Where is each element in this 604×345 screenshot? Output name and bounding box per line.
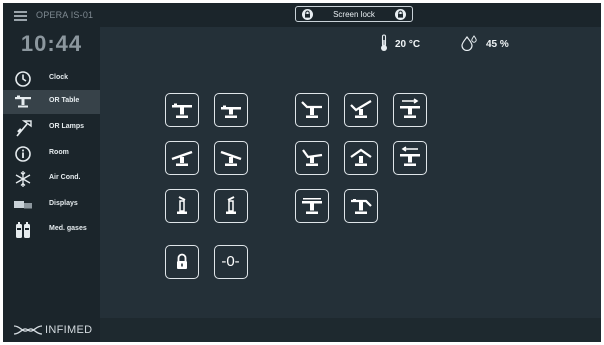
- sidebar-header: OPERA IS-01: [3, 3, 100, 27]
- table-leg-down-icon: [351, 199, 372, 214]
- zero-position-button[interactable]: -0-: [214, 245, 248, 279]
- table-lateral-tilt-icon: [302, 198, 322, 214]
- sidebar-item-room[interactable]: Room: [3, 142, 100, 166]
- table-flat-button[interactable]: [165, 93, 199, 127]
- infimed-logo-mark: [13, 325, 43, 335]
- column-down-button[interactable]: [214, 189, 248, 223]
- table-flex-button[interactable]: [344, 141, 378, 175]
- column-down-icon: [226, 196, 236, 214]
- table-leg-down-button[interactable]: [344, 189, 378, 223]
- table-move-right-icon: [400, 98, 420, 118]
- table-trend-icon: [171, 150, 193, 166]
- sidebar-item-label: OR Lamps: [49, 123, 85, 130]
- app-window: OPERA IS-01 10:44 Clock OR Table OR Lamp…: [3, 3, 601, 342]
- table-flex-icon: [350, 148, 372, 166]
- info-icon: [15, 146, 31, 162]
- table-back-up-icon: [302, 149, 323, 166]
- table-reverse-trend-button[interactable]: [214, 141, 248, 175]
- thermometer-icon: [381, 34, 387, 51]
- or-table-icon: [15, 95, 31, 108]
- sidebar-item-or-lamps[interactable]: OR Lamps: [3, 116, 100, 140]
- sidebar-item-label: Med. gases: [49, 225, 87, 232]
- humidity-value: 45 %: [486, 39, 509, 50]
- infimed-logo: INFIMED: [13, 324, 92, 336]
- sidebar-item-or-table[interactable]: OR Table: [3, 90, 100, 114]
- lock-button[interactable]: [165, 245, 199, 279]
- table-move-right-button[interactable]: [393, 93, 427, 127]
- table-flat-low-button[interactable]: [214, 93, 248, 127]
- table-move-left-icon: [400, 146, 420, 166]
- or-lamp-icon: [16, 120, 32, 137]
- sidebar-item-label: OR Table: [49, 97, 80, 104]
- sidebar-item-clock[interactable]: Clock: [3, 67, 100, 91]
- table-flat-low-icon: [221, 105, 241, 118]
- sidebar: OPERA IS-01 10:44 Clock OR Table OR Lamp…: [3, 3, 100, 342]
- lock-icon: [177, 253, 187, 269]
- sidebar-item-label: Air Cond.: [49, 174, 81, 181]
- displays-icon: [14, 201, 32, 209]
- table-tilt-check-icon: [350, 100, 372, 118]
- screen-lock-button[interactable]: Screen lock: [295, 6, 413, 22]
- table-back-up-button[interactable]: [295, 141, 329, 175]
- table-tilt-head-up-button[interactable]: [295, 93, 329, 127]
- gas-cylinders-icon: [16, 222, 30, 238]
- table-reverse-trend-icon: [220, 150, 242, 166]
- device-name: OPERA IS-01: [36, 10, 94, 20]
- table-trend-button[interactable]: [165, 141, 199, 175]
- sidebar-item-displays[interactable]: Displays: [3, 193, 100, 217]
- column-up-button[interactable]: [165, 189, 199, 223]
- lock-circle-icon: [395, 9, 406, 20]
- top-bar: Screen lock: [100, 3, 601, 27]
- table-move-left-button[interactable]: [393, 141, 427, 175]
- sidebar-item-label: Room: [49, 149, 69, 156]
- sidebar-item-label: Displays: [49, 200, 78, 207]
- table-tilt-head-up-icon: [301, 101, 322, 118]
- column-up-icon: [177, 196, 187, 214]
- clock-icon: [15, 71, 31, 87]
- hamburger-menu-icon[interactable]: [14, 11, 27, 21]
- table-flat-icon: [172, 103, 192, 118]
- table-tilt-check-button[interactable]: [344, 93, 378, 127]
- current-time: 10:44: [20, 31, 83, 56]
- snowflake-icon: [15, 171, 31, 187]
- bottom-bar: [100, 318, 601, 342]
- logo-text: INFIMED: [45, 324, 93, 336]
- sidebar-item-med-gases[interactable]: Med. gases: [3, 218, 100, 242]
- zero-position-label: -0-: [221, 253, 240, 270]
- sidebar-item-air-cond[interactable]: Air Cond.: [3, 167, 100, 191]
- temperature-value: 20 °C: [395, 39, 421, 50]
- humidity-icon: [461, 35, 477, 51]
- table-lateral-tilt-button[interactable]: [295, 189, 329, 223]
- sidebar-item-label: Clock: [49, 74, 69, 81]
